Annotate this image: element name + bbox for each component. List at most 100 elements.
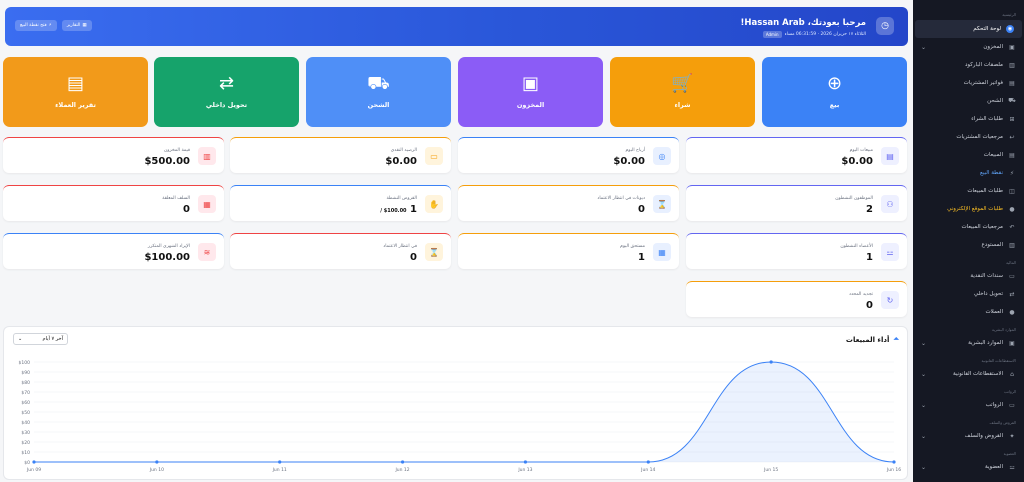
refresh-icon: ↻ bbox=[881, 291, 899, 309]
sidebar-item-label: نقطة البيع bbox=[980, 170, 1003, 176]
truck-icon: ⛟ bbox=[367, 73, 390, 94]
x-tick-label: Jun 10 bbox=[149, 467, 164, 473]
y-tick-label: $50 bbox=[21, 410, 30, 416]
sidebar-item-handshake[interactable]: ✦ القروض والسلف ⌄ bbox=[913, 427, 1024, 445]
coins-icon: ◎ bbox=[653, 147, 671, 165]
hourglass-icon: ⌛ bbox=[425, 243, 443, 261]
data-point bbox=[523, 460, 528, 464]
sidebar-item-box[interactable]: ▣ المخزون ⌄ bbox=[913, 38, 1024, 56]
chevron-down-icon: ⌄ bbox=[921, 401, 927, 409]
stat-value-text: 0 bbox=[638, 204, 645, 215]
hand-coin-icon: ✋ bbox=[425, 195, 443, 213]
dumbbell-icon: ⚍ bbox=[881, 243, 899, 261]
sales-chart: $0 $10 $20 $30 $40 $50 $60 $70 $80 $90 $100 Jun 09 J… bbox=[19, 360, 902, 473]
return-icon: ↩ bbox=[1009, 133, 1015, 141]
reports-button-label: التقارير bbox=[66, 23, 81, 28]
sidebar-item-bag[interactable]: ◫ طلبات المبيعات bbox=[913, 182, 1024, 200]
sidebar-item-warehouse[interactable]: ▥ المستودع bbox=[913, 236, 1024, 254]
quick-action-transfer[interactable]: ⇄ تحويل داخلي bbox=[154, 57, 299, 127]
wallet-icon: ▭ bbox=[1009, 401, 1015, 409]
sidebar-item-label: طلبات المبيعات bbox=[967, 188, 1003, 194]
sidebar-item-label: الموارد البشرية bbox=[968, 340, 1003, 346]
stat-card: ◎ أرباح اليوم $0.00 bbox=[458, 137, 679, 173]
reports-button[interactable]: ▦ التقارير bbox=[61, 20, 92, 31]
bolt-icon: ⚡ bbox=[48, 23, 52, 28]
cart-plus-icon: 🛒 bbox=[671, 73, 694, 94]
sidebar-section-heading: المالية bbox=[1006, 260, 1016, 265]
quick-action-label: المخزون bbox=[516, 101, 545, 109]
quick-action-label: شراء bbox=[674, 101, 691, 109]
sidebar-item-globe[interactable]: ● طلبات الموقع الإلكتروني bbox=[913, 200, 1024, 218]
coin-icon: ● bbox=[1009, 308, 1015, 316]
sidebar-item-coin[interactable]: ● العملات bbox=[913, 303, 1024, 321]
sales-performance-panel: ⏶ أداء المبيعات آخر ٧ أيام ⌄ $0 $10 $20 $30… bbox=[3, 326, 908, 480]
sidebar-section-heading: الاستقطاعات القانونية bbox=[981, 358, 1017, 363]
calendar-icon: ▦ bbox=[653, 243, 671, 261]
sidebar-item-label: الرواتب bbox=[985, 402, 1003, 408]
bolt-icon: ⚡ bbox=[1009, 169, 1015, 177]
quick-action-box[interactable]: ▣ المخزون bbox=[458, 57, 603, 127]
stat-card: ≋ الإيراد الشهري المتكرر $100.00 bbox=[3, 233, 224, 269]
bag-icon: ◫ bbox=[1009, 187, 1015, 195]
sidebar-item-dashboard[interactable]: ◉ لوحة التحكم bbox=[915, 20, 1022, 38]
stat-value: 1 bbox=[866, 252, 873, 263]
data-point bbox=[646, 460, 650, 464]
sidebar-item-receipt[interactable]: ▤ المبيعات bbox=[913, 146, 1024, 164]
stat-card: ⚇ الموظفون النشطون 2 bbox=[686, 185, 907, 221]
x-tick-label: Jun 14 bbox=[640, 467, 655, 473]
stat-label: الرصيد النقدي bbox=[390, 148, 417, 153]
sidebar-item-wallet[interactable]: ▭ الرواتب ⌄ bbox=[913, 396, 1024, 414]
sidebar-item-label: مرجعيات المبيعات bbox=[961, 224, 1003, 230]
stat-card: ⌛ ديونات في انتظار الاعتماد 0 bbox=[458, 185, 679, 221]
sidebar-item-undo[interactable]: ↶ مرجعيات المبيعات bbox=[913, 218, 1024, 236]
stat-label: تجديد المحدد bbox=[848, 292, 873, 297]
stat-value-text: 1 bbox=[866, 252, 873, 263]
barcode-icon: ▥ bbox=[1009, 61, 1015, 69]
sidebar-menu: ◉ لوحة التحكم ▣ المخزون ⌄ ▥ ملصقات الباركود ▤ فو… bbox=[913, 20, 1024, 476]
stat-label: قيمة المخزون bbox=[163, 148, 190, 153]
file-icon: ▤ bbox=[67, 73, 85, 94]
stat-value: $500.00 bbox=[144, 156, 190, 167]
sidebar-item-cash[interactable]: ▭ سندات النقدية bbox=[913, 267, 1024, 285]
sidebar-item-dumbbell[interactable]: ⚍ العضوية ⌄ bbox=[913, 458, 1024, 476]
quick-action-plus-circle[interactable]: ⊕ بيع bbox=[762, 57, 907, 127]
y-tick-label: $90 bbox=[21, 370, 30, 376]
sidebar-item-truck[interactable]: ⛟ الشحن bbox=[913, 92, 1024, 110]
stat-value-text: 1 bbox=[410, 204, 417, 215]
sidebar-item-barcode[interactable]: ▥ ملصقات الباركود bbox=[913, 56, 1024, 74]
stat-value: $0.00 bbox=[613, 156, 645, 167]
quick-action-truck[interactable]: ⛟ الشحن bbox=[306, 57, 451, 127]
sidebar-item-return[interactable]: ↩ مرجعيات المشتريات bbox=[913, 128, 1024, 146]
stat-value-text: 1 bbox=[638, 252, 645, 263]
stat-value: 0 bbox=[410, 252, 417, 263]
quick-action-label: بيع bbox=[829, 101, 840, 109]
stat-label: مبيعات اليوم bbox=[849, 148, 873, 153]
sidebar-item-label: العملات bbox=[985, 309, 1004, 315]
open-pos-button-label: فتح نقطة البيع bbox=[20, 23, 47, 28]
data-point bbox=[892, 460, 896, 464]
sidebar-item-invoice[interactable]: ▤ فواتير المشتريات bbox=[913, 74, 1024, 92]
box-icon: ▣ bbox=[522, 73, 540, 94]
y-tick-label: $20 bbox=[21, 440, 30, 446]
sidebar-item-bolt[interactable]: ⚡ نقطة البيع bbox=[913, 164, 1024, 182]
sidebar-item-bank[interactable]: ⌂ الاستقطاعات القانونية ⌄ bbox=[913, 365, 1024, 383]
stat-card: ▦ السلف المعلقة 0 bbox=[3, 185, 224, 221]
quick-action-file[interactable]: ▤ تقرير العملاء bbox=[3, 57, 148, 127]
sidebar-item-transfer[interactable]: ⇄ تحويل داخلي bbox=[913, 285, 1024, 303]
sidebar-item-id-card[interactable]: ▣ الموارد البشرية ⌄ bbox=[913, 334, 1024, 352]
stat-label: ديونات في انتظار الاعتماد bbox=[597, 196, 645, 201]
open-pos-button[interactable]: ⚡ فتح نقطة البيع bbox=[15, 20, 57, 31]
y-tick-label: $80 bbox=[21, 380, 30, 386]
sidebar-item-label: فواتير المشتريات bbox=[963, 80, 1003, 86]
globe-icon: ● bbox=[1009, 205, 1015, 213]
plus-circle-icon: ⊕ bbox=[826, 73, 843, 94]
chevron-down-icon: ⌄ bbox=[921, 463, 927, 471]
quick-action-cart-plus[interactable]: 🛒 شراء bbox=[610, 57, 755, 127]
money-icon: ▦ bbox=[198, 195, 216, 213]
role-badge: Admin bbox=[762, 31, 782, 38]
warehouse-icon: ▥ bbox=[1009, 241, 1015, 249]
stat-value-text: 0 bbox=[866, 300, 873, 311]
welcome-subtitle: الثلاثاء ١٧ حزيران 2026 · 06:31:59 مساء … bbox=[762, 31, 866, 38]
stat-value: 0 bbox=[866, 300, 873, 311]
sidebar-item-cart[interactable]: ⊞ طلبات الشراء bbox=[913, 110, 1024, 128]
